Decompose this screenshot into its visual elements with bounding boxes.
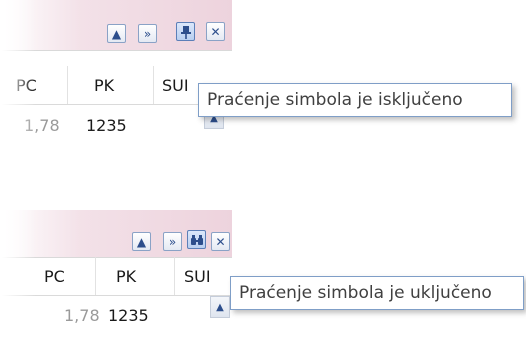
close-glyph: ✕ bbox=[215, 234, 226, 249]
column-label: SUI bbox=[162, 75, 189, 95]
close-icon[interactable]: ✕ bbox=[211, 232, 230, 251]
tooltip-tracking-off: Praćenje simbola je isključeno bbox=[198, 83, 512, 117]
close-glyph: ✕ bbox=[210, 24, 221, 39]
expand-icon[interactable]: » bbox=[138, 24, 157, 43]
tooltip-text: Praćenje simbola je uključeno bbox=[239, 283, 492, 303]
column-header-pc[interactable]: PC bbox=[44, 257, 65, 295]
panel-titlebar: ▲ » ✕ bbox=[0, 0, 232, 51]
fade-overlay bbox=[0, 329, 232, 349]
column-label: SUI bbox=[184, 266, 211, 286]
column-header-row: PC PK SUI bbox=[0, 257, 232, 296]
symbol-panel-top: ▲ » ✕ PC PK SUI 1,78 1235 ▲ bbox=[0, 0, 232, 150]
column-label: PC bbox=[44, 266, 65, 286]
double-chevron-glyph: » bbox=[168, 234, 177, 249]
scroll-up-icon[interactable]: ▲ bbox=[132, 232, 151, 251]
column-label: PK bbox=[116, 266, 137, 286]
table-row[interactable]: 1,78 1235 bbox=[0, 300, 232, 330]
cell-value: 1,78 bbox=[24, 115, 60, 135]
cell-value: 1235 bbox=[86, 115, 127, 135]
column-divider[interactable] bbox=[153, 66, 154, 104]
up-arrow-glyph: ▲ bbox=[136, 234, 147, 249]
symbol-panel-bottom: ▲ » ✕ PC PK SUI 1,78 1235 ▲ bbox=[0, 196, 232, 349]
column-header-sui[interactable]: SUI bbox=[184, 257, 224, 295]
panel-titlebar: ▲ » ✕ bbox=[0, 210, 232, 258]
close-icon[interactable]: ✕ bbox=[206, 22, 225, 41]
binoculars-icon-svg bbox=[190, 234, 203, 245]
cell-value: 1,78 bbox=[64, 305, 100, 325]
cell-pk: 1235 bbox=[108, 300, 149, 330]
column-divider[interactable] bbox=[95, 257, 96, 295]
column-header-pk[interactable]: PK bbox=[116, 257, 136, 295]
up-arrow-glyph: ▲ bbox=[111, 26, 122, 41]
column-header-pk[interactable]: PK bbox=[94, 66, 114, 104]
column-label: PK bbox=[94, 75, 115, 95]
column-label: PC bbox=[16, 75, 37, 95]
column-divider[interactable] bbox=[174, 257, 175, 295]
cell-pc: 1,78 bbox=[24, 110, 60, 140]
expand-icon[interactable]: » bbox=[163, 232, 182, 251]
cell-value: 1235 bbox=[108, 305, 149, 325]
scrollbar-up-button[interactable]: ▲ bbox=[210, 296, 230, 318]
column-divider[interactable] bbox=[67, 66, 68, 104]
column-header-sui[interactable]: SUI bbox=[162, 66, 200, 104]
column-header-pc[interactable]: PC bbox=[16, 66, 37, 104]
pin-icon[interactable] bbox=[176, 22, 195, 41]
pin-icon-svg bbox=[180, 25, 191, 39]
tooltip-text: Praćenje simbola je isključeno bbox=[207, 90, 463, 110]
chevron-up-icon: ▲ bbox=[216, 301, 224, 313]
binoculars-icon[interactable] bbox=[187, 230, 206, 249]
tooltip-tracking-on: Praćenje simbola je uključeno bbox=[230, 276, 524, 310]
cell-pk: 1235 bbox=[86, 110, 127, 140]
double-chevron-glyph: » bbox=[143, 26, 152, 41]
cell-pc: 1,78 bbox=[64, 300, 100, 330]
scroll-up-icon[interactable]: ▲ bbox=[107, 24, 126, 43]
